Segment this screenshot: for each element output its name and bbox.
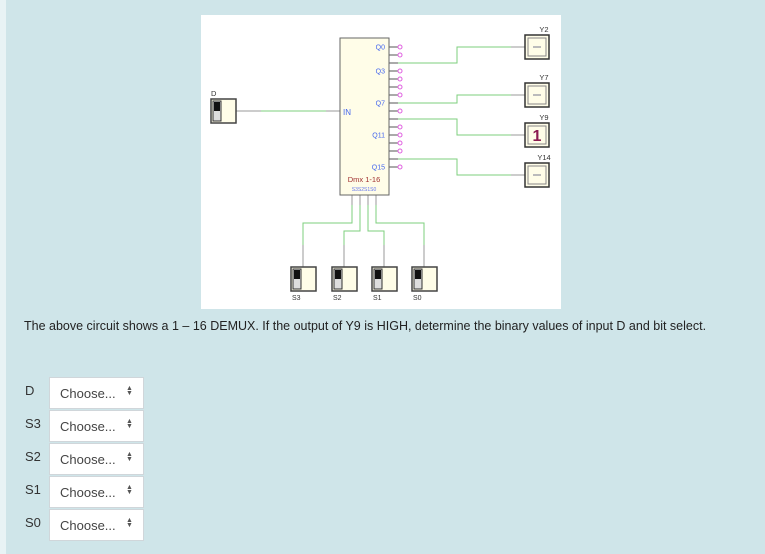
output-value: 1 [533,128,542,145]
answer-label: S1 [25,482,41,497]
answer-select-s0[interactable]: Choose... ▲ ▼ [49,509,144,541]
input-switch-d[interactable] [210,98,237,124]
select-value: Choose... [60,452,116,467]
output-pin-label: Q3 [376,69,385,76]
in-pin-label: IN [343,108,351,117]
output-pin-label: Q7 [376,101,385,108]
select-arrows-icon: ▲ ▼ [126,418,133,430]
select-arrows-icon: ▲ ▼ [126,517,133,529]
question-text: The above circuit shows a 1 – 16 DEMUX. … [24,319,707,333]
select-label: S1 [373,295,382,302]
output-pin-label: Q15 [372,165,385,172]
select-pins-label: S3S2S1S0 [352,187,377,193]
select-arrows-icon: ▲ ▼ [126,484,133,496]
select-switch-s1[interactable] [371,266,398,292]
output-label: Y14 [537,153,550,162]
answer-label: S0 [25,515,41,530]
output-pin-label: Q11 [372,133,385,140]
select-value: Choose... [60,386,116,401]
answer-label: S3 [25,416,41,431]
answer-select-d[interactable]: Choose... ▲ ▼ [49,377,144,409]
chip-name: Dmx 1-16 [348,175,381,184]
output-label: Y2 [539,25,548,34]
select-switch-s2[interactable] [331,266,358,292]
output-pin-label: Q0 [376,45,385,52]
answer-label: D [25,383,35,398]
answer-select-s1[interactable]: Choose... ▲ ▼ [49,476,144,508]
answer-select-s2[interactable]: Choose... ▲ ▼ [49,443,144,475]
select-label: S3 [292,295,301,302]
circuit-diagram: IN Q0Q3Q7Q11Q15 Dmx 1-16 S3S2S1S0 Y2Y7Y9… [201,15,561,309]
select-switch-s0[interactable] [411,266,438,292]
select-value: Choose... [60,419,116,434]
output-label: Y9 [539,113,548,122]
select-label: S2 [333,295,342,302]
select-value: Choose... [60,518,116,533]
select-value: Choose... [60,485,116,500]
select-arrows-icon: ▲ ▼ [126,385,133,397]
select-arrows-icon: ▲ ▼ [126,451,133,463]
input-label: D [211,89,217,98]
select-switch-s3[interactable] [290,266,317,292]
answer-select-s3[interactable]: Choose... ▲ ▼ [49,410,144,442]
page-edge [0,0,6,554]
output-label: Y7 [539,73,548,82]
select-label: S0 [413,295,422,302]
answer-label: S2 [25,449,41,464]
